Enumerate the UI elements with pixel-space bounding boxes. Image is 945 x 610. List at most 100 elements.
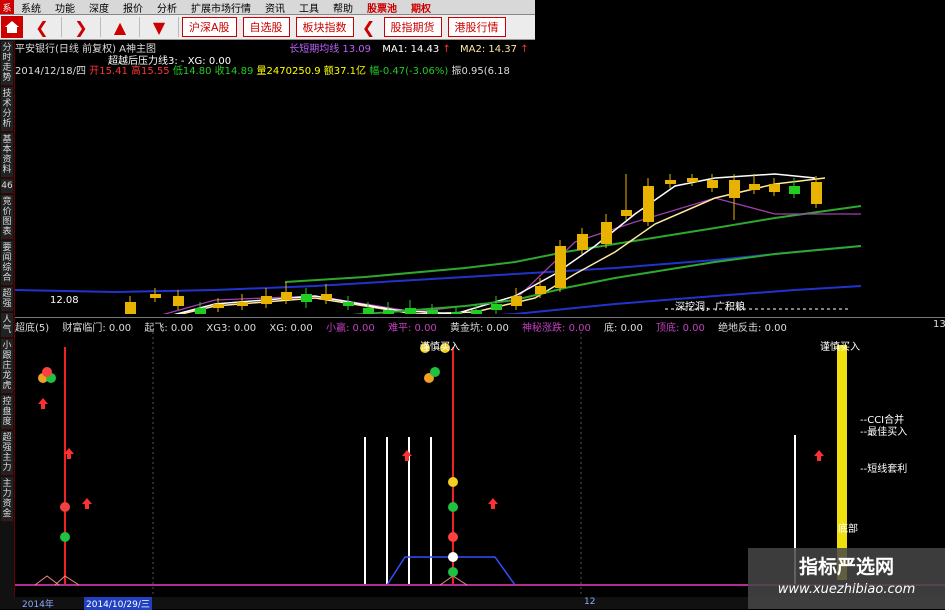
ma-label: 长短期均线 xyxy=(289,44,340,55)
menu-function[interactable]: 功能 xyxy=(48,0,82,15)
bottom-label: 底部 xyxy=(838,524,858,535)
menu-quote[interactable]: 报价 xyxy=(116,0,150,15)
candle-body xyxy=(321,294,332,300)
sidebar-item-auction[interactable]: 竞价图表 xyxy=(1,195,13,240)
menu-depth[interactable]: 深度 xyxy=(82,0,116,15)
up-arrow-icon xyxy=(82,498,92,509)
up-arrow-icon xyxy=(814,450,824,461)
candle-body xyxy=(687,178,698,182)
sidebar-item-control[interactable]: 控盘度 xyxy=(1,395,13,430)
chart-area[interactable]: 平安银行(日线 前复权) A神主图 长短期均线 13.09 MA1: 14.43… xyxy=(15,40,945,609)
base-triangle-1 xyxy=(34,575,60,586)
home-button[interactable] xyxy=(1,16,23,38)
best-buy-label: --最佳买入 xyxy=(860,427,908,438)
candle-body xyxy=(237,302,248,306)
index-futures-button[interactable]: 股指期货 xyxy=(383,17,442,37)
sidebar-item-46[interactable]: 46 xyxy=(1,179,13,194)
signal-dot xyxy=(60,502,70,512)
ma-blue-line xyxy=(15,245,862,294)
ma-white-line xyxy=(173,173,816,314)
signal-dot xyxy=(430,367,440,377)
ma1-label: MA1: xyxy=(382,44,408,55)
sidebar-item-news[interactable]: 要闻综合 xyxy=(1,241,13,286)
ma1-value: 14.43 xyxy=(410,44,440,55)
candle-body xyxy=(749,184,760,190)
candle-body xyxy=(811,182,822,204)
signal-dot xyxy=(448,532,458,542)
menu-analysis[interactable]: 分析 xyxy=(150,0,184,15)
signal-dot xyxy=(448,567,458,577)
chevron-left-icon: ❮ xyxy=(361,17,376,37)
panel-divider[interactable] xyxy=(15,317,945,318)
shanghai-shenzhen-a-button[interactable]: 沪深A股 xyxy=(182,17,237,37)
buy-label-2: 谨慎买入 xyxy=(820,342,860,353)
up-button[interactable]: ▲ xyxy=(101,17,140,37)
arrow-right-icon: ❯ xyxy=(74,17,88,37)
sidebar-item-funds[interactable]: 主力资金 xyxy=(1,477,13,522)
ma-purple-line xyxy=(162,197,861,314)
hk-stocks-button[interactable]: 港股行情 xyxy=(447,17,506,37)
bottom-right-num: 12 xyxy=(584,597,596,607)
candlestick-chart[interactable] xyxy=(15,74,945,314)
menu-news[interactable]: 资讯 xyxy=(258,0,292,15)
bottom-year: 2014年 xyxy=(22,600,54,610)
menu-options[interactable]: 期权 xyxy=(404,0,438,15)
candle-body xyxy=(281,292,292,300)
watermark-title: 指标严选网 xyxy=(798,556,894,578)
menu-system[interactable]: 系统 xyxy=(14,0,48,15)
sidebar-item-technical[interactable]: 技术分析 xyxy=(1,87,13,132)
candle-body xyxy=(261,296,272,304)
candle-body xyxy=(343,302,354,306)
home-icon xyxy=(5,21,19,33)
candle-body xyxy=(601,222,612,244)
menu-help[interactable]: 帮助 xyxy=(326,0,360,15)
ma-green-lower-line xyxy=(351,245,862,314)
arrow-up-icon: ▲ xyxy=(113,17,127,37)
candle-body xyxy=(511,296,522,306)
sidebar-item-main-force[interactable]: 超强主力 xyxy=(1,431,13,476)
candle-body xyxy=(173,296,184,306)
signal-dot xyxy=(448,552,458,562)
arrow-down-icon: ▼ xyxy=(152,17,166,37)
ma-yellow-line xyxy=(178,177,826,314)
signal-dot xyxy=(448,502,458,512)
candle-body xyxy=(665,180,676,184)
signal-dot xyxy=(42,367,52,377)
signal-dot xyxy=(60,532,70,542)
candles-group xyxy=(125,174,822,314)
candle-body xyxy=(301,294,312,302)
sidebar: 分时走势 技术分析 基本资料 46 竞价图表 要闻综合 超强 人气 小跟庄龙虎 … xyxy=(0,40,15,609)
watchlist-button[interactable]: 自选股 xyxy=(242,17,290,37)
sidebar-item-fundamentals[interactable]: 基本资料 xyxy=(1,133,13,178)
candle-body xyxy=(577,234,588,250)
right-axis-num: 13 xyxy=(933,319,945,330)
menu-bar: 系 系统 功能 深度 报价 分析 扩展市场行情 资讯 工具 帮助 股票池 期权 xyxy=(0,0,535,15)
sector-index-button[interactable]: 板块指数 xyxy=(295,17,354,37)
candle-body xyxy=(621,210,632,216)
left-scroll-button[interactable]: ❮ xyxy=(357,17,381,37)
candle-body xyxy=(150,294,161,298)
ma0-value: 13.09 xyxy=(342,44,372,55)
short-arb-label: --短线套利 xyxy=(860,464,908,475)
yellow-signal-bar xyxy=(837,345,847,580)
candle-body xyxy=(643,186,654,222)
menu-tools[interactable]: 工具 xyxy=(292,0,326,15)
watermark-url: www.xuezhibiao.com xyxy=(777,582,916,597)
app-logo: 系 xyxy=(0,0,14,14)
toolbar: ❮ ❯ ▲ ▼ 沪深A股 自选股 板块指数 ❮ 股指期货 港股行情 xyxy=(0,15,535,40)
sidebar-item-super[interactable]: 超强 xyxy=(1,287,13,312)
menu-extended-market[interactable]: 扩展市场行情 xyxy=(184,0,258,15)
bottom-date[interactable]: 2014/10/29/三 xyxy=(84,597,152,610)
menu-stock-pool[interactable]: 股票池 xyxy=(360,0,404,15)
low-marker-label: 12.08 xyxy=(50,295,79,306)
sidebar-item-intraday[interactable]: 分时走势 xyxy=(1,41,13,86)
sidebar-item-popularity[interactable]: 人气 xyxy=(1,313,13,338)
down-button[interactable]: ▼ xyxy=(140,17,179,37)
signal-dot xyxy=(448,477,458,487)
up-arrow-icon xyxy=(402,450,412,461)
back-button[interactable]: ❮ xyxy=(23,17,62,37)
sidebar-item-dragon-tiger[interactable]: 小跟庄龙虎 xyxy=(1,339,13,394)
forward-button[interactable]: ❯ xyxy=(62,17,101,37)
candle-body xyxy=(707,180,718,188)
candle-body xyxy=(789,186,800,194)
